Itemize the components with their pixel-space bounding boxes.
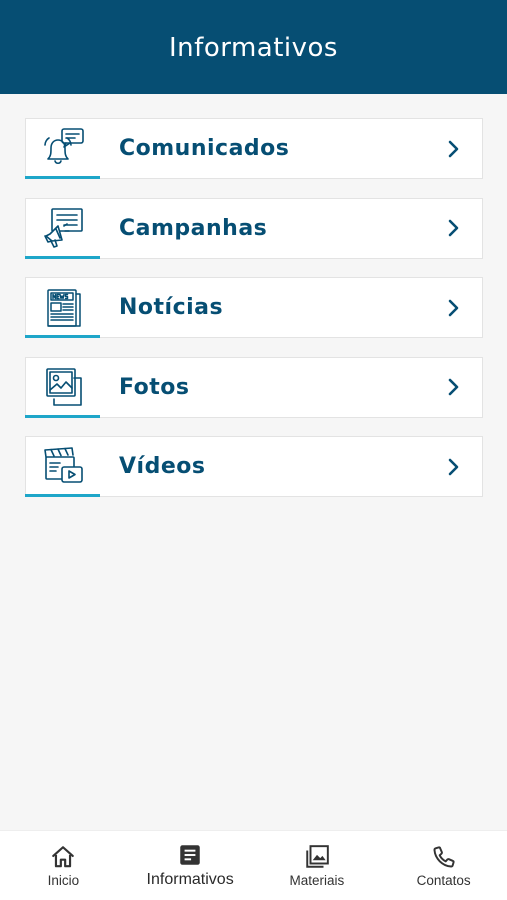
- nav-label: Informativos: [146, 871, 234, 888]
- menu-item-comunicados[interactable]: Comunicados: [25, 118, 483, 179]
- photos-icon: [26, 358, 102, 417]
- bell-chat-icon: [26, 119, 102, 178]
- menu-item-noticias[interactable]: Notícias: [25, 277, 483, 338]
- nav-item-informativos[interactable]: Informativos: [127, 831, 254, 900]
- video-icon: [26, 437, 102, 496]
- menu-item-label: Campanhas: [119, 215, 268, 241]
- nav-item-inicio[interactable]: Inicio: [0, 831, 127, 900]
- bottom-navigation: Inicio Informativos Materiais Contatos: [0, 830, 507, 900]
- active-underline: [25, 494, 100, 497]
- nav-item-contatos[interactable]: Contatos: [380, 831, 507, 900]
- app-header: Informativos: [0, 0, 507, 94]
- menu-item-label: Comunicados: [119, 136, 290, 161]
- active-underline: [25, 176, 100, 179]
- phone-icon: [433, 845, 455, 868]
- megaphone-icon: [26, 199, 102, 258]
- page-title: Informativos: [169, 33, 338, 63]
- menu-item-campanhas[interactable]: Campanhas: [25, 197, 483, 259]
- active-underline: [25, 335, 100, 338]
- chevron-right-icon: [426, 458, 482, 476]
- menu-item-label: Fotos: [119, 374, 190, 400]
- chevron-right-icon: [426, 140, 482, 158]
- active-underline: [25, 255, 100, 259]
- menu-item-label: Vídeos: [119, 454, 206, 479]
- menu-item-label: Notícias: [119, 295, 224, 320]
- menu-item-fotos[interactable]: Fotos: [25, 356, 483, 418]
- informativos-menu: Comunicados Campanhas Notícias Fotos Víd…: [25, 118, 483, 516]
- menu-item-videos[interactable]: Vídeos: [25, 436, 483, 497]
- nav-label: Materiais: [289, 872, 345, 888]
- gallery-icon: [306, 844, 329, 868]
- nav-item-materiais[interactable]: Materiais: [254, 831, 381, 900]
- chevron-right-icon: [426, 299, 482, 317]
- newspaper-icon: [26, 278, 102, 337]
- nav-label: Contatos: [416, 872, 471, 888]
- document-icon: [180, 845, 200, 865]
- active-underline: [25, 414, 100, 418]
- chevron-right-icon: [426, 219, 482, 237]
- nav-label: Inicio: [47, 872, 80, 888]
- chevron-right-icon: [426, 378, 482, 396]
- home-icon: [52, 845, 75, 867]
